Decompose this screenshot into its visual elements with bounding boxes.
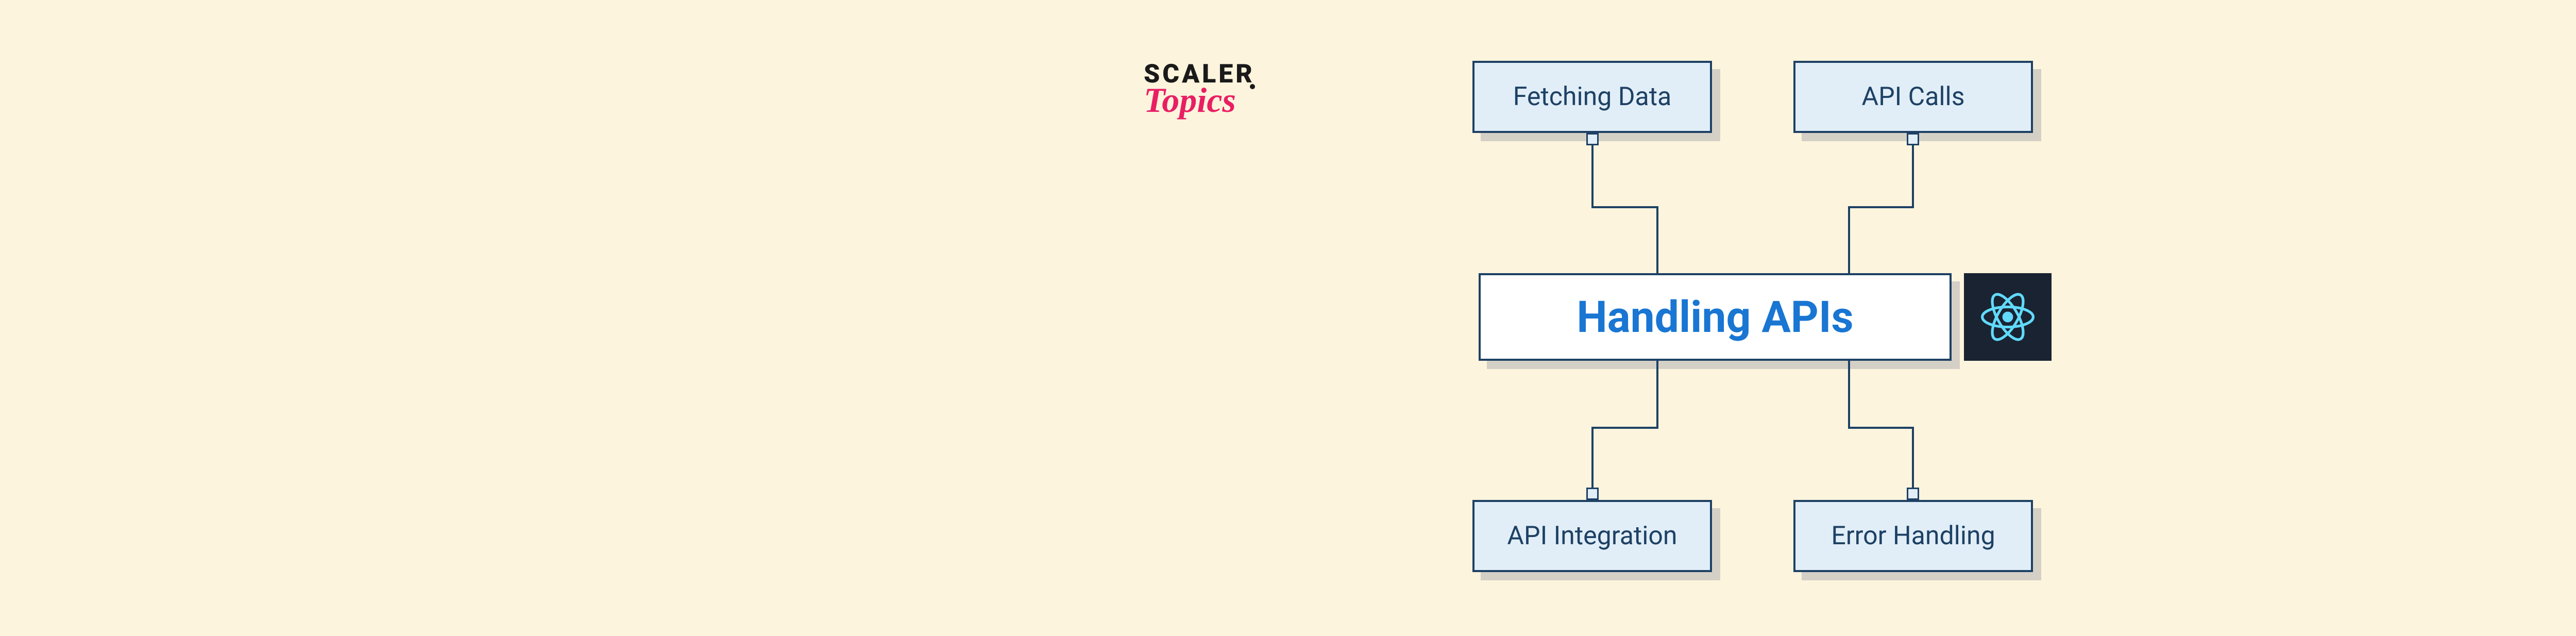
connector-node: [1907, 133, 1919, 145]
box-label: API Integration: [1507, 521, 1677, 551]
connector-line: [1656, 361, 1658, 428]
connector-line: [1591, 427, 1594, 489]
diagram-container: Fetching Data API Calls Handling APIs: [1468, 57, 2087, 577]
box-handling-apis: Handling APIs: [1479, 273, 1952, 361]
connector-node: [1907, 488, 1919, 500]
center-label: Handling APIs: [1577, 292, 1853, 343]
box-api-integration: API Integration: [1472, 500, 1712, 572]
connector-line: [1591, 145, 1594, 207]
box-fetching-data: Fetching Data: [1472, 61, 1712, 133]
box-api-calls: API Calls: [1793, 61, 2033, 133]
connector-line: [1912, 427, 1914, 489]
connector-line: [1591, 427, 1658, 429]
logo-dot: [1250, 84, 1255, 89]
box-error-handling: Error Handling: [1793, 500, 2033, 572]
box-label: Error Handling: [1831, 521, 1995, 551]
connector-node: [1586, 133, 1599, 145]
react-icon-svg: [1974, 283, 2041, 350]
connector-line: [1848, 361, 1850, 428]
connector-line: [1912, 145, 1914, 207]
connector-line: [1591, 206, 1658, 208]
box-label: Fetching Data: [1513, 82, 1672, 112]
connector-line: [1848, 206, 1914, 208]
connector-node: [1586, 488, 1599, 500]
connector-line: [1656, 206, 1658, 273]
box-label: API Calls: [1861, 82, 1964, 112]
scaler-topics-logo: SCALER Topics: [1144, 59, 1255, 121]
connector-line: [1848, 206, 1850, 273]
react-logo-icon: [1964, 273, 2052, 361]
connector-line: [1848, 427, 1914, 429]
